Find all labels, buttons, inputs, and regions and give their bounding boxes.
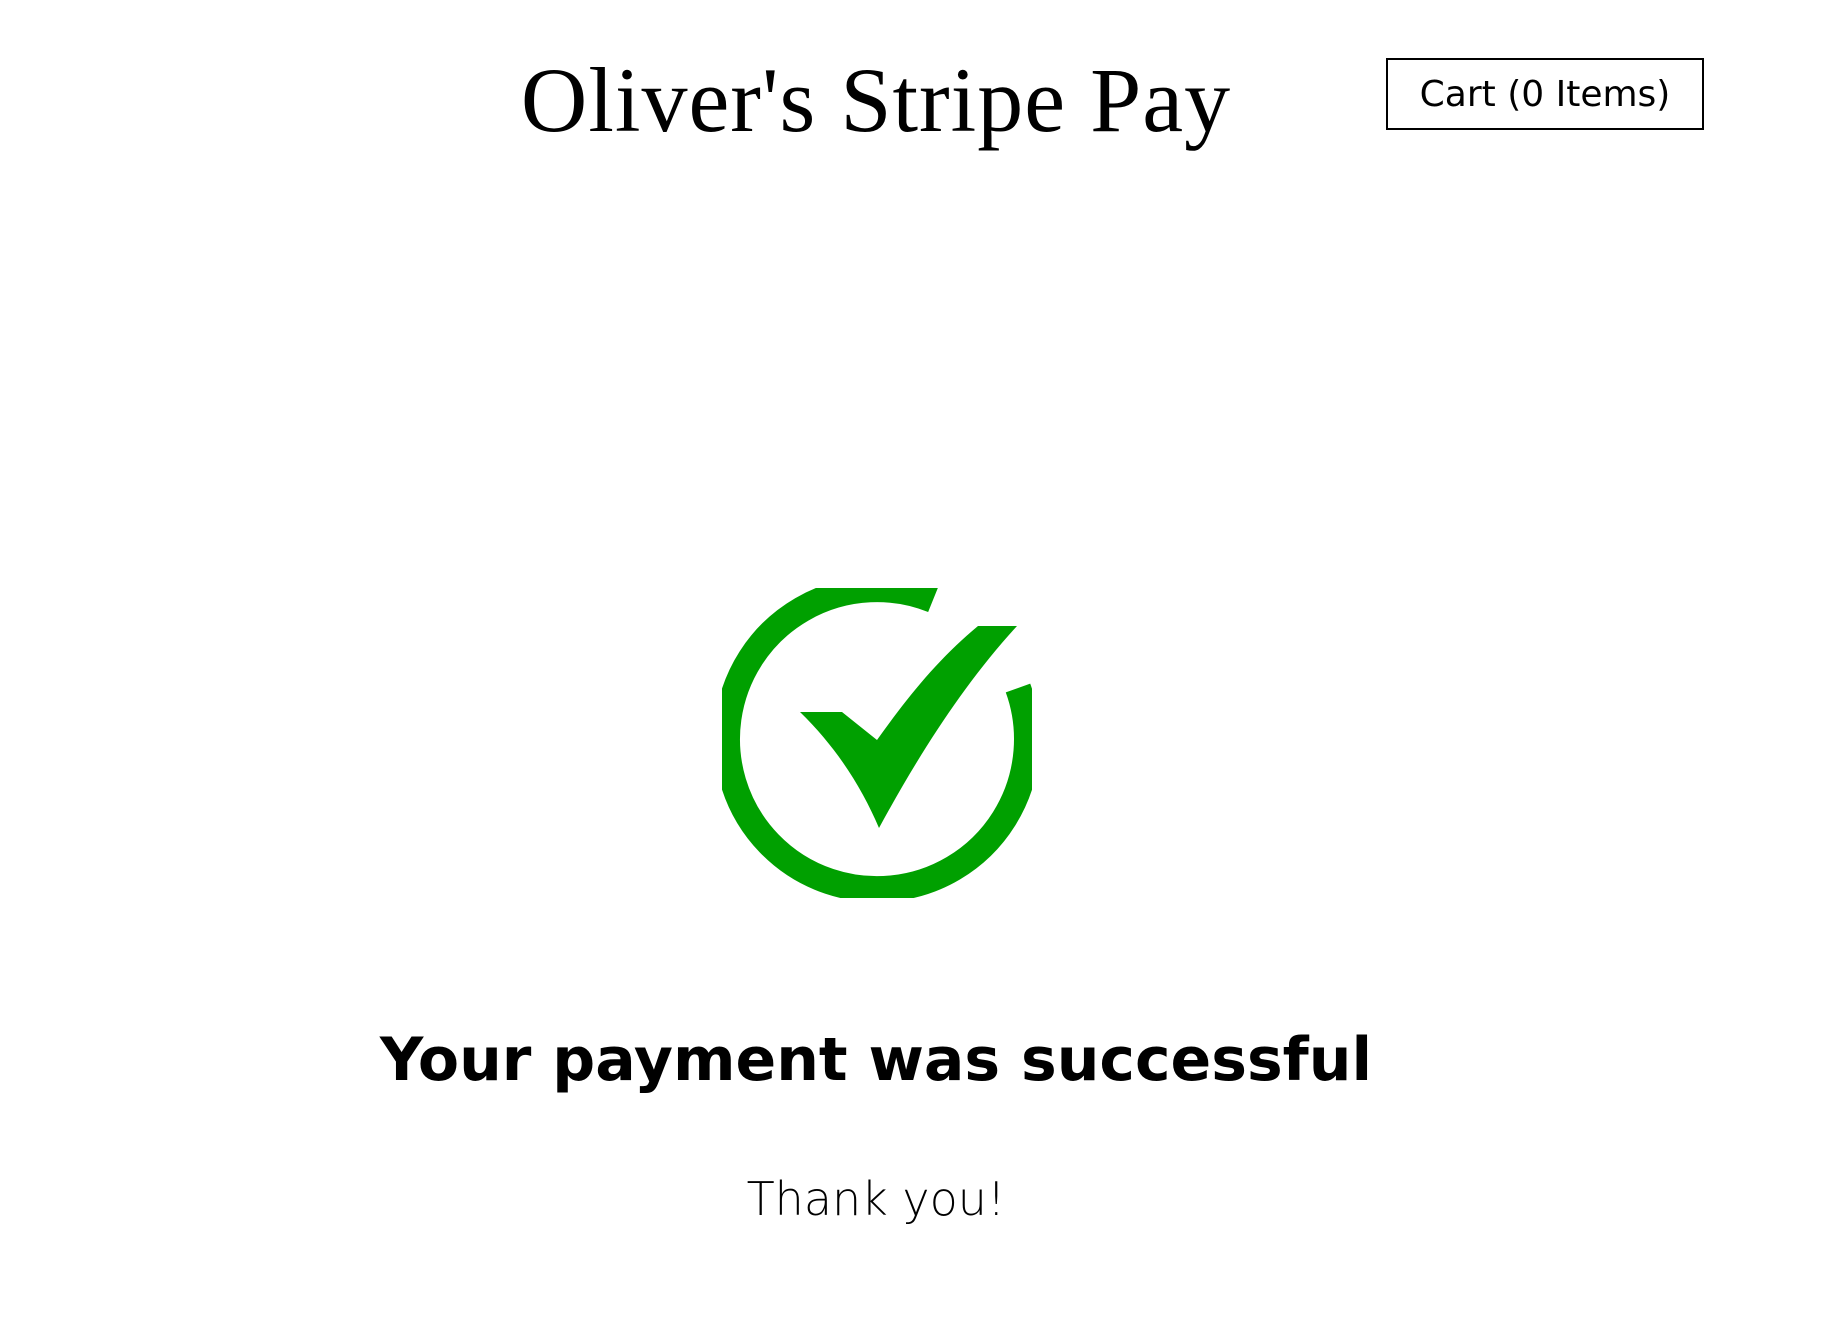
check-circle-icon — [714, 576, 1040, 903]
page: Oliver's Stripe Pay Cart (0 Items) Your … — [0, 0, 1824, 1322]
thank-you-message: Thank you! — [746, 1172, 1006, 1226]
cart-button[interactable]: Cart (0 Items) — [1386, 58, 1704, 130]
success-heading: Your payment was successful — [379, 1025, 1373, 1095]
